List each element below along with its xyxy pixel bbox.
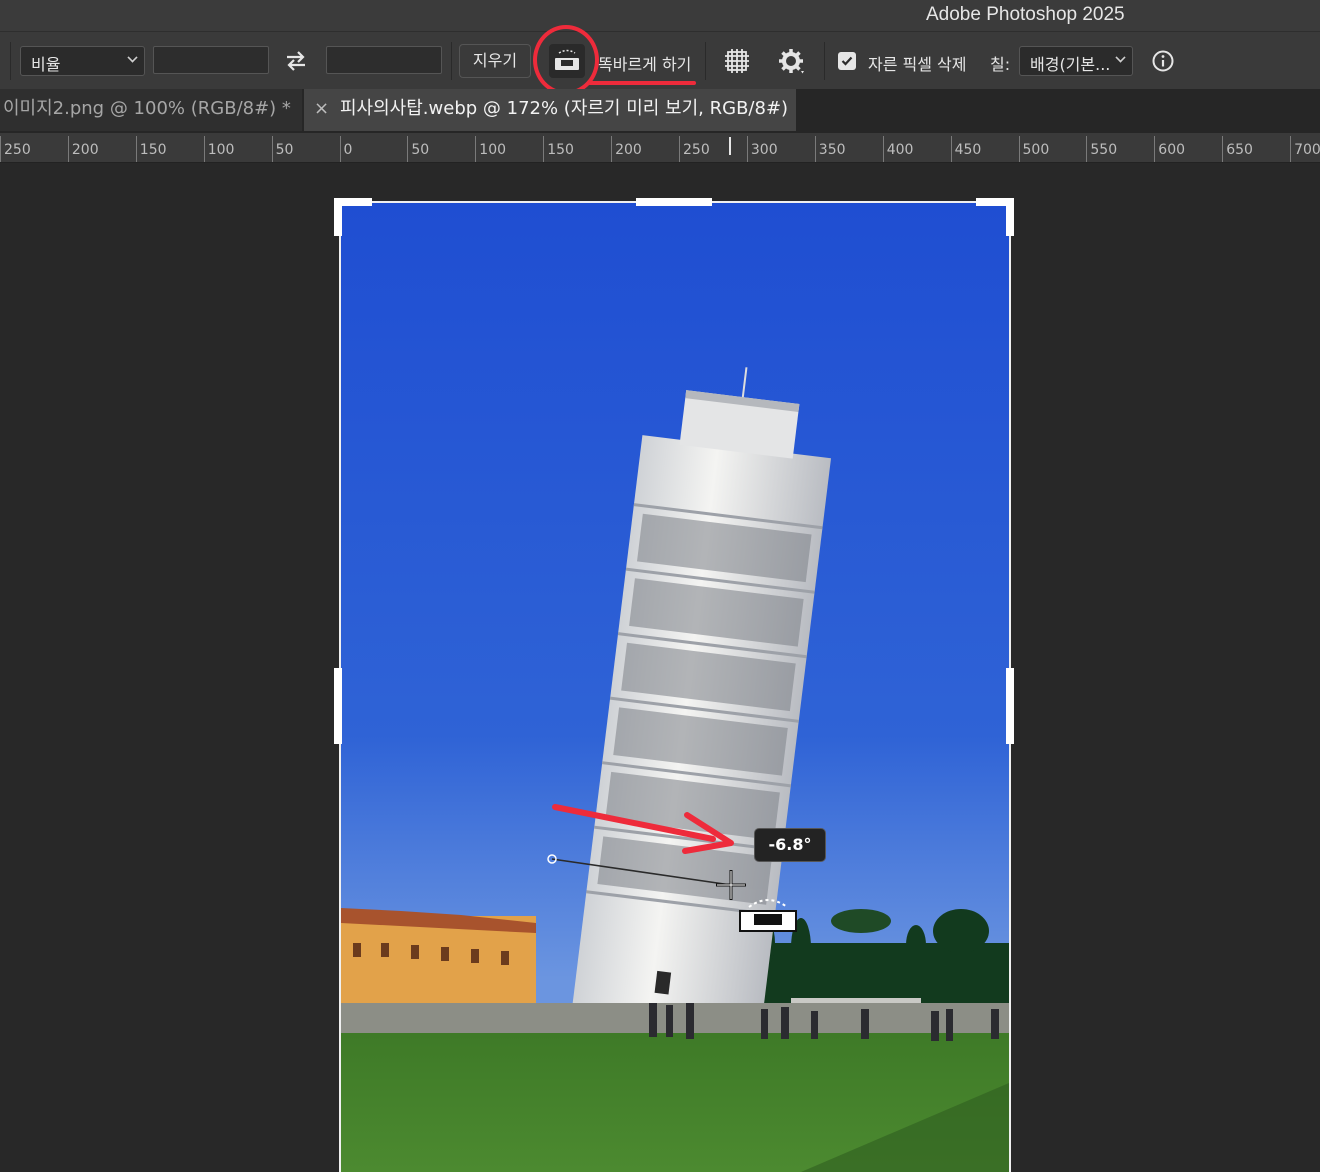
ruler-tick bbox=[882, 136, 884, 162]
tab-label: 이미지2.png @ 100% (RGB/8#) * bbox=[3, 98, 291, 119]
tab-image2[interactable]: 이미지2.png @ 100% (RGB/8#) * bbox=[0, 89, 302, 131]
ruler-tick bbox=[1154, 136, 1156, 162]
overlay-grid-button[interactable] bbox=[719, 44, 755, 78]
divider bbox=[451, 42, 452, 80]
crop-handle-top-right-vertical[interactable] bbox=[1006, 198, 1014, 236]
divider bbox=[10, 42, 11, 80]
ruler-tick bbox=[67, 136, 69, 162]
ruler-tick-label: 500 bbox=[1022, 142, 1050, 158]
ratio-select[interactable]: 비율 bbox=[20, 46, 145, 76]
crop-settings-button[interactable] bbox=[773, 44, 809, 78]
ruler-tick bbox=[1018, 136, 1020, 162]
annotation-underline bbox=[588, 81, 696, 85]
ratio-select-label: 비율 bbox=[31, 55, 61, 74]
ruler-tick bbox=[271, 136, 273, 162]
title-bar: Adobe Photoshop 2025 bbox=[0, 0, 1320, 31]
ruler-tick-label: 200 bbox=[71, 142, 99, 158]
ruler-tick-label: 450 bbox=[954, 142, 982, 158]
ruler-tick bbox=[611, 136, 613, 162]
ruler-tick-label: 0 bbox=[343, 142, 353, 158]
fill-label: 칠: bbox=[990, 55, 1011, 74]
width-field[interactable] bbox=[153, 46, 269, 74]
crop-handle-top[interactable] bbox=[636, 198, 712, 206]
ruler-tick-label: 350 bbox=[818, 142, 846, 158]
ruler-tick bbox=[814, 136, 816, 162]
ruler-tick bbox=[1086, 136, 1088, 162]
ruler-tick-label: 250 bbox=[4, 142, 31, 158]
ruler-cursor-marker bbox=[729, 137, 731, 155]
delete-cropped-pixels-checkbox[interactable] bbox=[838, 52, 856, 70]
ruler-tick-label: 550 bbox=[1090, 142, 1118, 158]
ruler-tick bbox=[203, 136, 205, 162]
info-button[interactable] bbox=[1145, 44, 1181, 78]
crop-handle-right[interactable] bbox=[1006, 668, 1014, 744]
ruler-tick-label: 400 bbox=[886, 142, 914, 158]
info-icon bbox=[1152, 50, 1174, 72]
ruler-tick bbox=[950, 136, 952, 162]
ruler-tick bbox=[679, 136, 680, 162]
ruler-tick-label: 50 bbox=[411, 142, 430, 158]
close-icon[interactable]: × bbox=[314, 89, 329, 129]
app-title: Adobe Photoshop 2025 bbox=[926, 4, 1125, 25]
ruler-tick-label: 100 bbox=[207, 142, 235, 158]
ruler-tick bbox=[1222, 136, 1224, 162]
straighten-angle-tooltip: -6.8° bbox=[754, 828, 826, 862]
document-tab-bar: 이미지2.png @ 100% (RGB/8#) * × 피사의사탑.webp … bbox=[0, 89, 1320, 133]
ruler-tick-label: 600 bbox=[1158, 142, 1186, 158]
ruler-tick bbox=[746, 136, 748, 162]
ruler-tick bbox=[407, 136, 409, 162]
swap-dimensions-button[interactable] bbox=[278, 44, 314, 78]
crop-handle-top-left-vertical[interactable] bbox=[334, 198, 342, 236]
ruler-tick bbox=[1290, 136, 1292, 162]
ruler-tick-label: 50 bbox=[275, 142, 294, 158]
ruler-tick bbox=[0, 136, 1, 162]
delete-cropped-pixels-label: 자른 픽셀 삭제 bbox=[868, 55, 967, 74]
ruler-tick bbox=[135, 136, 137, 162]
ruler-tick bbox=[475, 136, 477, 162]
gear-icon bbox=[779, 49, 804, 74]
clear-button[interactable]: 지우기 bbox=[459, 44, 531, 78]
ruler-tick bbox=[339, 136, 341, 162]
swap-icon bbox=[287, 51, 305, 71]
ruler-tick-label: 250 bbox=[683, 142, 710, 158]
ruler-tick-label: 150 bbox=[547, 142, 574, 158]
ruler-tick-label: 100 bbox=[479, 142, 507, 158]
divider bbox=[705, 42, 706, 80]
crop-bounding-box[interactable] bbox=[339, 201, 1011, 1172]
ruler-tick-label: 650 bbox=[1226, 142, 1253, 158]
fill-select[interactable]: 배경(기본... bbox=[1019, 46, 1133, 76]
ruler-tick-label: 700 bbox=[1294, 142, 1320, 158]
ruler-tick-label: 150 bbox=[139, 142, 167, 158]
ruler-tick bbox=[543, 136, 545, 162]
checkmark-icon bbox=[841, 56, 853, 66]
straighten-label[interactable]: 똑바르게 하기 bbox=[598, 51, 691, 75]
chevron-down-icon bbox=[127, 52, 138, 63]
ruler-tick-label: 300 bbox=[750, 142, 778, 158]
photoshop-window: Adobe Photoshop 2025 비율 지우기 똑바르게 하기 자른 픽… bbox=[0, 0, 1320, 1172]
tab-label: 피사의사탑.webp @ 172% (자르기 미리 보기, RGB/8#) bbox=[340, 98, 789, 119]
chevron-down-icon bbox=[1115, 52, 1126, 63]
horizontal-ruler[interactable]: 250 200 150 100 50 0 50 100 150 200 250 300 350 400 45… bbox=[0, 133, 1320, 163]
ruler-tick-label: 200 bbox=[615, 142, 642, 158]
divider bbox=[824, 42, 825, 80]
fill-select-label: 배경(기본... bbox=[1030, 55, 1111, 74]
height-field[interactable] bbox=[326, 46, 442, 74]
grid-icon bbox=[725, 49, 749, 73]
crop-handle-left[interactable] bbox=[334, 668, 342, 744]
tab-pisa-tower[interactable]: × 피사의사탑.webp @ 172% (자르기 미리 보기, RGB/8#) bbox=[304, 89, 796, 131]
